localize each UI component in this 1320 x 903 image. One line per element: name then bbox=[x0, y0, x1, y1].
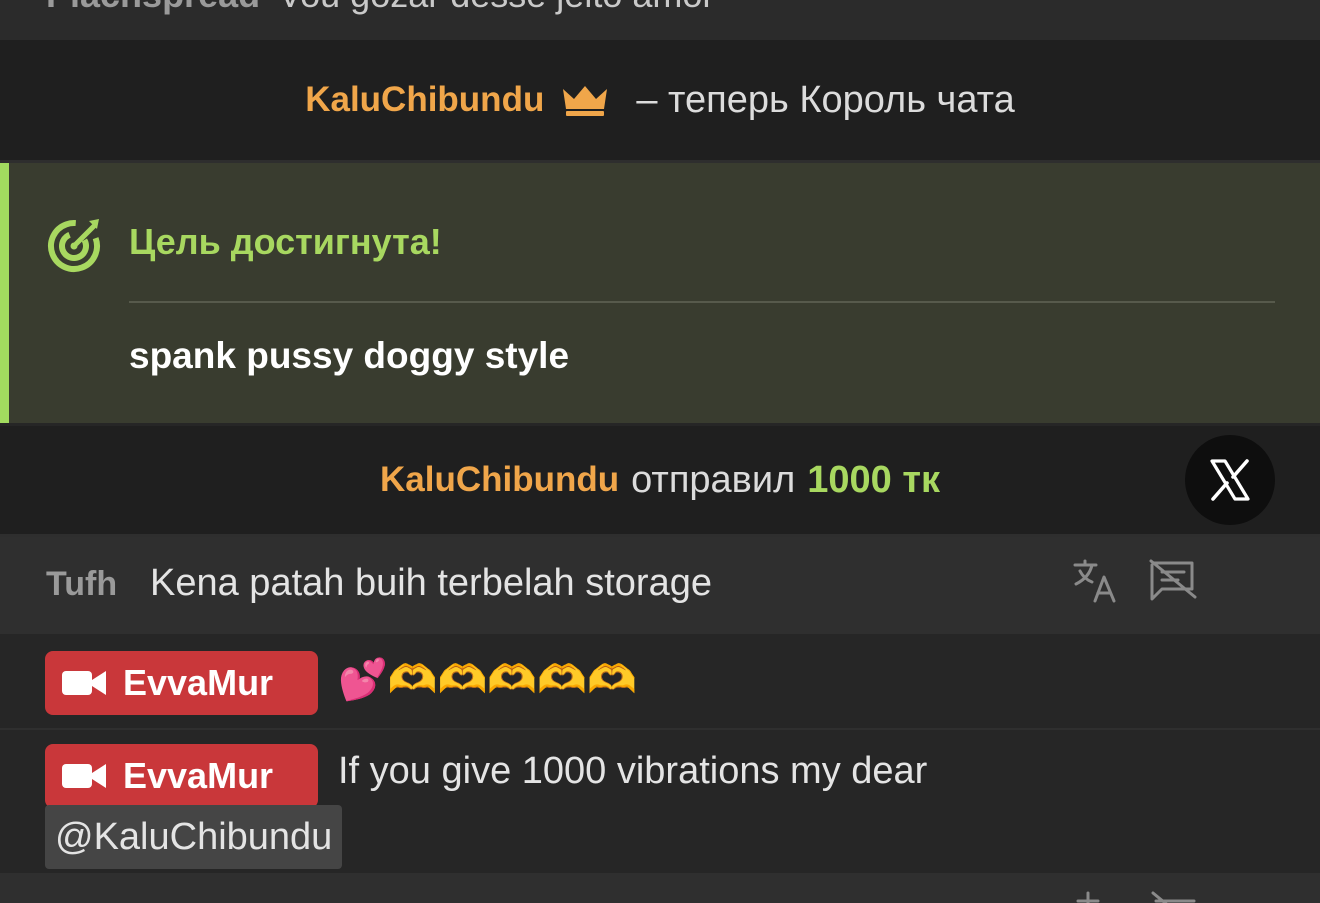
translate-icon[interactable] bbox=[1070, 891, 1116, 903]
chat-message-partial-bottom bbox=[0, 873, 1320, 903]
video-camera-icon bbox=[62, 764, 106, 788]
x-logo-icon bbox=[1210, 459, 1250, 501]
message-text: 💕🫶🫶🫶🫶🫶 bbox=[338, 658, 637, 702]
video-camera-icon bbox=[62, 671, 106, 695]
chat-message: Tufh Kena patah buih terbelah storage bbox=[0, 537, 1320, 634]
goal-reached-notice: Цель достигнута! spank pussy doggy style bbox=[0, 163, 1320, 423]
goal-description: spank pussy doggy style bbox=[129, 335, 570, 376]
chat-message-partial-top: Plachspread Vou gozar desse jeito amor bbox=[0, 0, 1320, 40]
tip-amount: 1000 тк bbox=[807, 458, 940, 501]
king-of-chat-banner: KaluChibundu – теперь Король чата bbox=[0, 40, 1320, 163]
message-username: EvvaMur bbox=[123, 662, 274, 703]
hide-translation-icon[interactable] bbox=[1150, 891, 1200, 903]
message-text: Plachspread Vou gozar desse jeito amor bbox=[46, 0, 714, 16]
crown-icon bbox=[563, 86, 608, 116]
hide-translation-icon[interactable] bbox=[1148, 559, 1198, 603]
user-mention[interactable]: @KaluChibundu bbox=[45, 805, 343, 869]
chat-message: EvvaMur If you give 1000 vibrations my d… bbox=[0, 730, 1320, 873]
message-username[interactable]: Tufh bbox=[46, 565, 117, 604]
chat-message: EvvaMur 💕🫶🫶🫶🫶🫶 bbox=[0, 634, 1320, 730]
king-username[interactable]: KaluChibundu bbox=[305, 80, 544, 120]
message-username[interactable]: Plachspread bbox=[46, 0, 260, 15]
x-share-button[interactable] bbox=[1185, 435, 1275, 525]
goal-divider bbox=[129, 301, 1275, 303]
tipper-username[interactable]: KaluChibundu bbox=[380, 460, 619, 500]
message-username: EvvaMur bbox=[123, 755, 274, 796]
translate-icon[interactable] bbox=[1072, 559, 1118, 603]
message-text: If you give 1000 vibrations my dear bbox=[338, 750, 928, 792]
model-badge[interactable]: EvvaMur bbox=[45, 744, 318, 808]
chat-panel: Plachspread Vou gozar desse jeito amor Ka… bbox=[0, 0, 1320, 903]
model-badge[interactable]: EvvaMur bbox=[45, 651, 318, 715]
king-text: – теперь Король чата bbox=[636, 78, 1015, 121]
tip-verb: отправил bbox=[631, 458, 796, 501]
goal-title: Цель достигнута! bbox=[129, 221, 442, 262]
tip-notice: KaluChibundu отправил 1000 тк bbox=[0, 426, 1320, 537]
message-text: Kena patah buih terbelah storage bbox=[150, 562, 712, 604]
message-body: Vou gozar desse jeito amor bbox=[278, 0, 714, 15]
target-icon bbox=[48, 219, 100, 272]
